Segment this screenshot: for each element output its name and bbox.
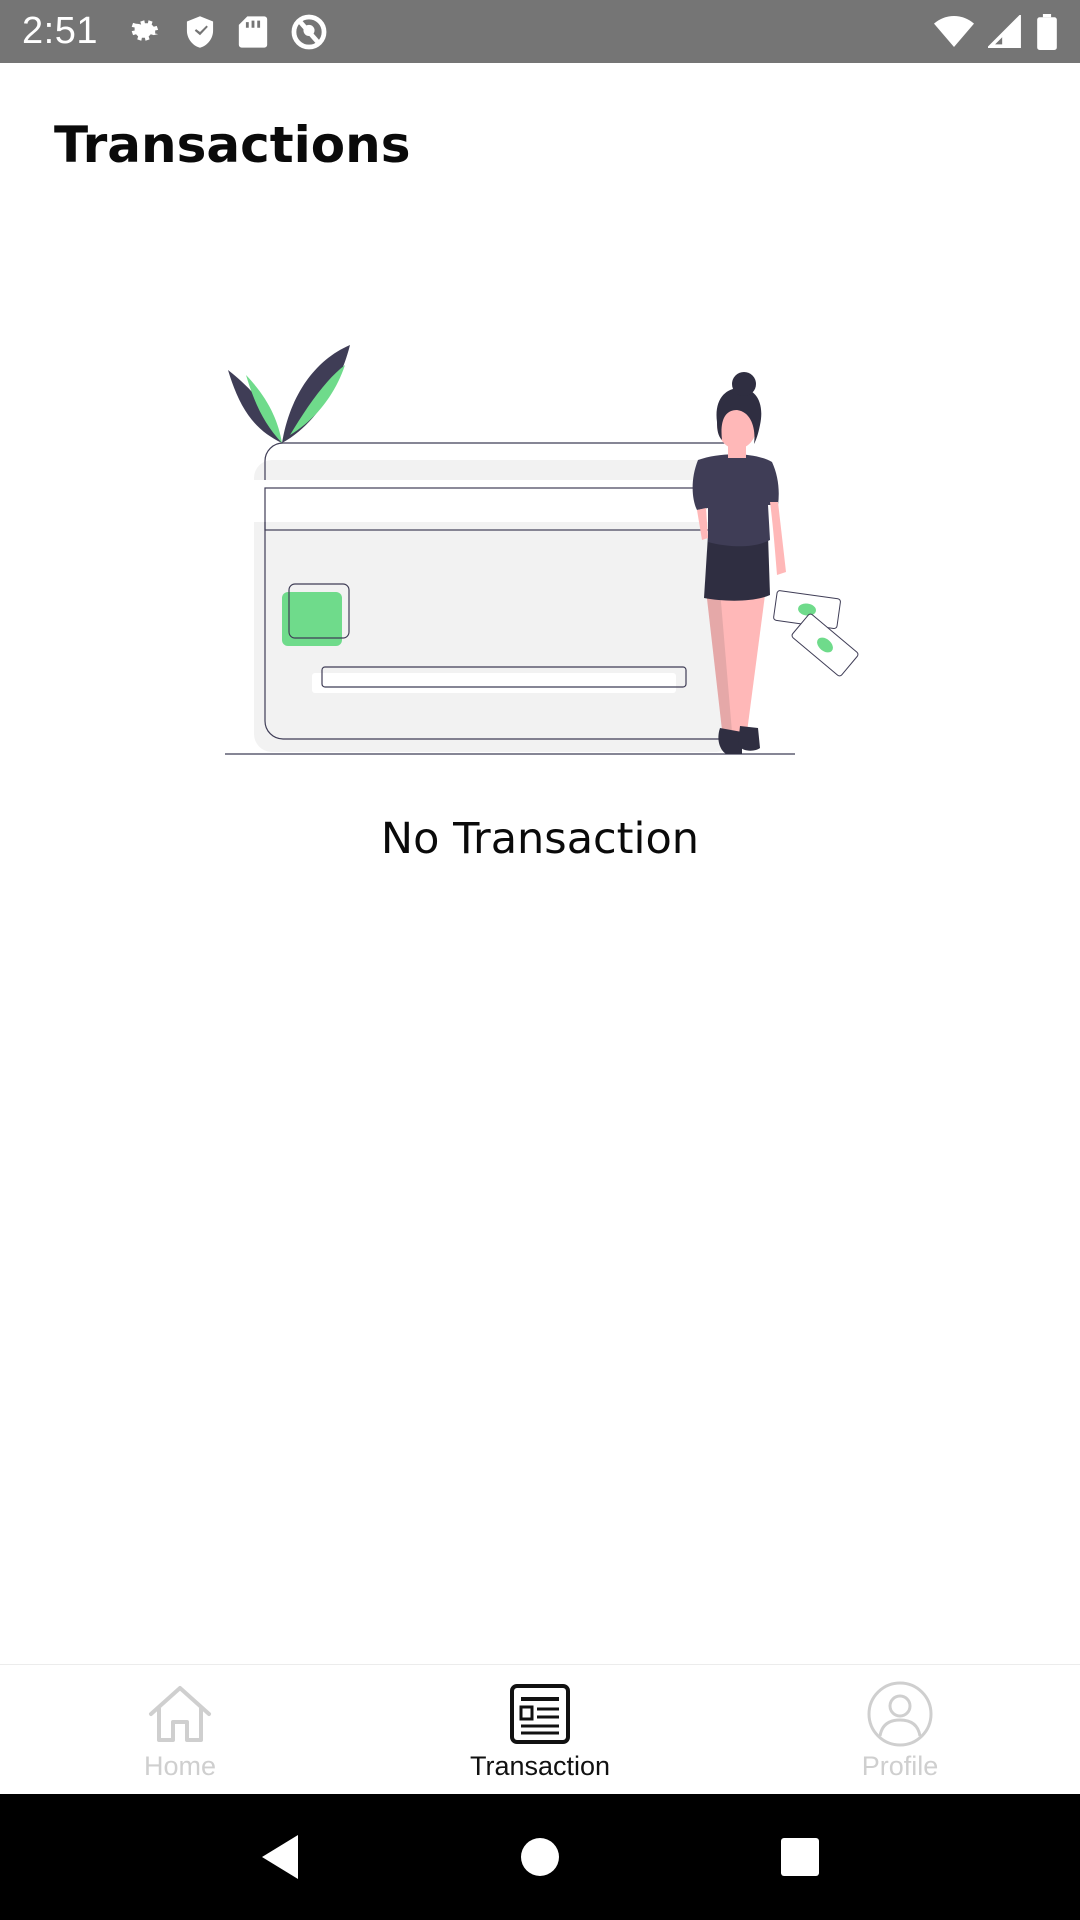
- credit-card-woman-illustration: [220, 340, 860, 760]
- shield-icon: [184, 15, 216, 49]
- status-left-icons: [126, 13, 328, 51]
- battery-icon: [1036, 13, 1058, 50]
- bottom-navigation: Home Transaction Profile: [0, 1664, 1080, 1794]
- nav-item-home[interactable]: Home: [0, 1665, 360, 1794]
- gear-icon: [126, 14, 162, 50]
- nav-item-transaction[interactable]: Transaction: [360, 1665, 720, 1794]
- page-title: Transactions: [54, 116, 411, 174]
- home-icon: [145, 1679, 215, 1749]
- status-right-icons: [934, 13, 1058, 50]
- profile-icon: [865, 1679, 935, 1749]
- nav-label-profile: Profile: [861, 1751, 939, 1781]
- wifi-icon: [934, 15, 974, 48]
- home-circle-icon[interactable]: [500, 1817, 580, 1897]
- receipt-icon: [505, 1679, 575, 1749]
- status-bar: 2:51: [0, 0, 1080, 63]
- no-location-icon: [290, 13, 328, 51]
- nav-item-profile[interactable]: Profile: [720, 1665, 1080, 1794]
- recents-icon[interactable]: [760, 1817, 840, 1897]
- empty-state-message: No Transaction: [380, 814, 700, 864]
- nav-label-transaction: Transaction: [469, 1751, 611, 1781]
- status-time: 2:51: [22, 10, 98, 52]
- sd-card-icon: [238, 15, 268, 49]
- nav-label-home: Home: [143, 1751, 217, 1781]
- system-navigation-bar: [0, 1794, 1080, 1920]
- back-icon[interactable]: [240, 1817, 320, 1897]
- signal-icon: [988, 14, 1022, 49]
